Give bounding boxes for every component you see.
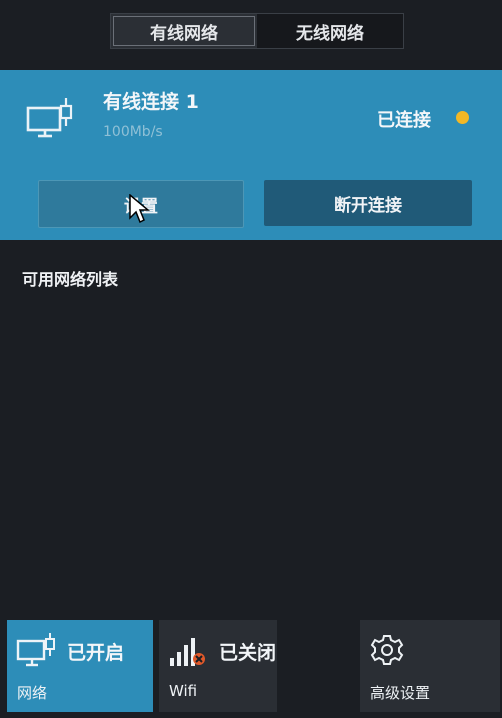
- wifi-toggle-tile[interactable]: 已关闭 Wifi: [159, 620, 277, 712]
- gear-icon: [370, 635, 404, 665]
- connection-speed: 100Mb/s: [103, 124, 163, 140]
- mouse-cursor-icon: [129, 194, 150, 224]
- disconnect-button[interactable]: 断开连接: [264, 180, 472, 226]
- status-indicator-dot: [456, 111, 469, 124]
- network-label: 网络: [17, 684, 48, 702]
- advanced-settings-label: 高级设置: [370, 684, 431, 702]
- connection-name: 有线连接 1: [103, 91, 199, 113]
- wifi-signal-off-icon: [170, 638, 205, 666]
- tab-wired[interactable]: 有线网络: [111, 14, 257, 48]
- ethernet-monitor-icon: [16, 633, 55, 667]
- network-state: 已开启: [67, 642, 125, 664]
- network-list-title: 可用网络列表: [22, 270, 119, 289]
- connection-status: 已连接: [377, 110, 431, 131]
- ethernet-monitor-icon: [26, 98, 73, 138]
- tab-wireless[interactable]: 无线网络: [257, 14, 403, 48]
- network-type-tabs: 有线网络 无线网络: [110, 13, 404, 49]
- network-panel: 有线网络 无线网络 有线连接 1 100Mb/s 已连接 设置 断开连接 可用网…: [0, 0, 502, 718]
- advanced-settings-tile[interactable]: 高级设置: [360, 620, 500, 712]
- wifi-state: 已关闭: [219, 642, 277, 664]
- network-toggle-tile[interactable]: 已开启 网络: [7, 620, 153, 712]
- wifi-label: Wifi: [169, 682, 198, 700]
